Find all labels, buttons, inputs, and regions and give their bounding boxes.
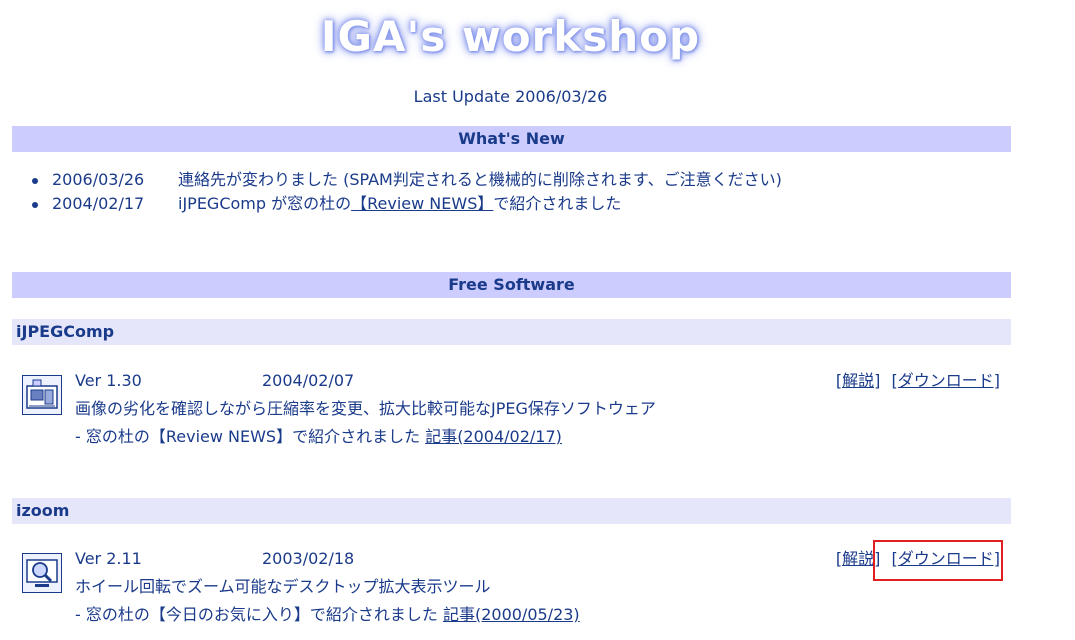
review-news-link[interactable]: 【Review NEWS】 xyxy=(351,194,493,213)
news-text: iJPEGComp が窓の杜の xyxy=(178,194,352,213)
software-entry-izoom: Ver 2.11 2003/02/18 [解説] [ダウンロード] ホイール回転… xyxy=(22,547,1012,637)
news-item: 2006/03/26 連絡先が変わりました (SPAM判定されると機械的に削除され… xyxy=(30,168,782,192)
software-description: ホイール回転でズーム可能なデスクトップ拡大表示ツール xyxy=(75,577,491,596)
magnifier-icon xyxy=(22,553,62,593)
review-reference: - 窓の杜の【Review NEWS】で紹介されました 記事(2004/02/1… xyxy=(75,425,562,449)
review-reference-text: - 窓の杜の【今日のお気に入り】で紹介されました xyxy=(75,605,438,624)
download-highlight-box xyxy=(873,540,1003,581)
article-link[interactable]: 記事(2004/02/17) xyxy=(425,427,562,446)
software-links: [解説] [ダウンロード] xyxy=(830,369,1000,393)
release-date: 2003/02/18 xyxy=(262,549,355,568)
news-date: 2006/03/26 xyxy=(52,170,145,189)
news-text-after: で紹介されました xyxy=(493,194,622,213)
review-reference-text: - 窓の杜の【Review NEWS】で紹介されました xyxy=(75,427,421,446)
article-link[interactable]: 記事(2000/05/23) xyxy=(443,605,580,624)
news-date: 2004/02/17 xyxy=(52,194,145,213)
site-title: IGA's workshop xyxy=(320,12,701,61)
news-text: 連絡先が変わりました (SPAM判定されると機械的に削除されます、ご注意ください… xyxy=(178,170,782,189)
download-link[interactable]: [ダウンロード] xyxy=(892,371,1001,390)
version-label: Ver 2.11 xyxy=(75,549,142,568)
release-date: 2004/02/07 xyxy=(262,371,355,390)
review-reference: - 窓の杜の【今日のお気に入り】で紹介されました 記事(2000/05/23) xyxy=(75,603,580,627)
news-item: 2004/02/17 iJPEGComp が窓の杜の【Review NEWS】で紹… xyxy=(30,192,782,216)
whats-new-heading: What's New xyxy=(12,126,1011,152)
software-description: 画像の劣化を確認しながら圧縮率を変更、拡大比較可能なJPEG保存ソフトウェア xyxy=(75,399,656,418)
software-entry-ijpegcomp: Ver 1.30 2004/02/07 [解説] [ダウンロード] 画像の劣化を… xyxy=(22,369,1012,459)
explain-link[interactable]: [解説] xyxy=(836,371,881,390)
news-list: 2006/03/26 連絡先が変わりました (SPAM判定されると機械的に削除され… xyxy=(30,168,782,216)
software-name-ijpegcomp: iJPEGComp xyxy=(12,319,1011,345)
version-label: Ver 1.30 xyxy=(75,371,142,390)
last-update: Last Update 2006/03/26 xyxy=(413,87,608,106)
jpeg-compressor-icon xyxy=(22,375,62,415)
software-name-izoom: izoom xyxy=(12,498,1011,524)
free-software-heading: Free Software xyxy=(12,272,1011,298)
